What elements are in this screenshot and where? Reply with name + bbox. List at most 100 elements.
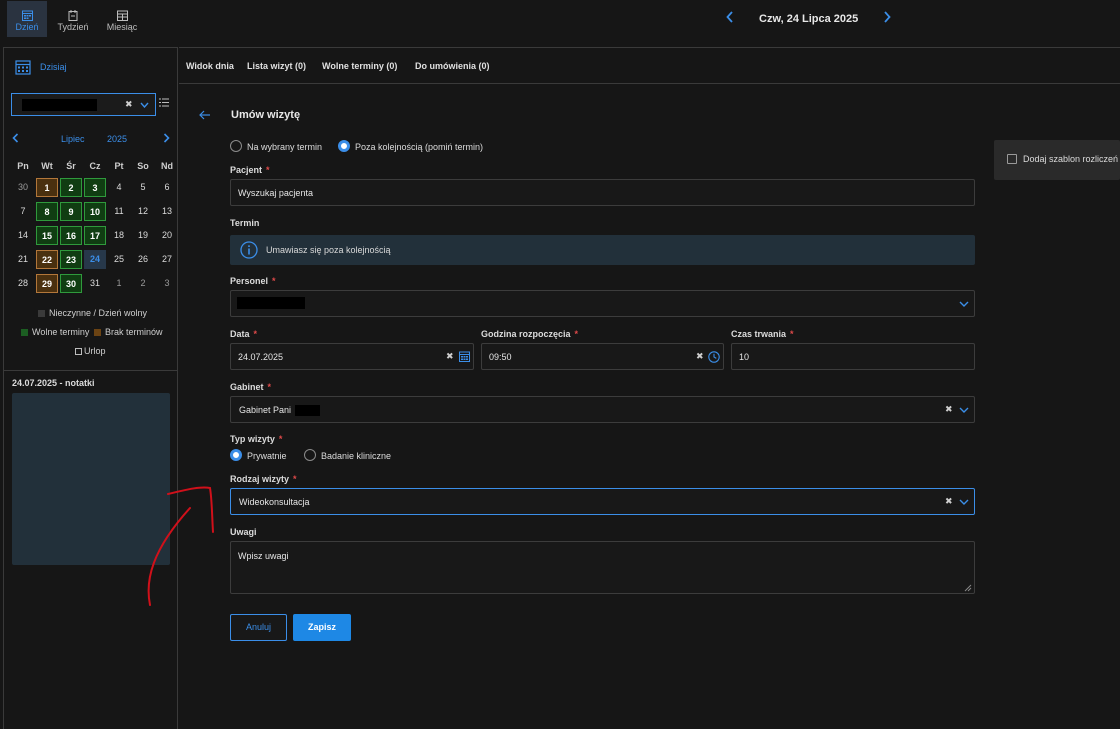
chevron-down-icon[interactable] [959,301,969,307]
calendar-day[interactable]: 6 [156,178,178,197]
info-box: Umawiasz się poza kolejnością [230,235,975,265]
list-settings-icon[interactable] [159,98,169,107]
redacted-value [237,297,305,309]
calendar-weekday: Nd [161,161,173,171]
calendar-day[interactable]: 27 [156,250,178,269]
calendar-day[interactable]: 29 [36,274,58,293]
calendar-day[interactable]: 3 [156,274,178,293]
calendar-day[interactable]: 7 [12,202,34,221]
calendar-day[interactable]: 10 [84,202,106,221]
patient-search-input[interactable]: Wyszukaj pacjenta [230,179,975,206]
calendar-day[interactable]: 11 [108,202,130,221]
calendar-day[interactable]: 23 [60,250,82,269]
chevron-right-icon[interactable] [163,133,170,143]
calendar-day[interactable]: 15 [36,226,58,245]
calendar-day[interactable]: 1 [108,274,130,293]
calendar-month[interactable]: Lipiec [61,134,85,144]
calendar-day[interactable]: 13 [156,202,178,221]
start-time-input[interactable]: 09:50 ✖ [481,343,724,370]
clear-icon[interactable]: ✖ [945,404,953,415]
chevron-down-icon[interactable] [959,407,969,413]
calendar-day[interactable]: 5 [132,178,154,197]
termin-label: Termin [230,218,260,228]
calendar-day[interactable]: 1 [36,178,58,197]
date-label-text: Data [230,329,250,339]
calendar-day[interactable]: 4 [108,178,130,197]
template-checkbox[interactable] [1007,154,1017,164]
calendar-day[interactable]: 2 [132,274,154,293]
calendar-icon[interactable] [459,351,470,362]
calendar-day[interactable]: 16 [60,226,82,245]
duration-label: Czas trwania * [731,329,794,339]
chevron-down-icon[interactable] [140,102,149,108]
visit-type-radio-clinical[interactable] [304,449,316,461]
view-month-button[interactable]: Miesiąc [102,1,142,37]
calendar-day[interactable]: 19 [132,226,154,245]
clear-icon[interactable]: ✖ [945,496,953,507]
chevron-right-icon[interactable] [883,11,891,23]
required-mark: * [790,329,794,339]
duration-input[interactable]: 10 [731,343,975,370]
staff-label: Personel * [230,276,276,286]
resize-handle-icon[interactable] [964,584,972,592]
mode-radio-out-of-order[interactable] [338,140,350,152]
visit-type-radio-private[interactable] [230,449,242,461]
cancel-button[interactable]: Anuluj [230,614,287,641]
calendar-day[interactable]: 18 [108,226,130,245]
notes-textarea[interactable]: Wpisz uwagi [230,541,975,594]
view-day-label: Dzień [15,22,39,32]
tab-to-schedule[interactable]: Do umówienia (0) [415,61,490,71]
tab-free-slots[interactable]: Wolne terminy (0) [322,61,397,71]
view-week-button[interactable]: Tydzień [53,1,93,37]
staff-select[interactable]: ✖ [11,93,156,116]
room-dropdown[interactable]: Gabinet Pani ✖ [230,396,975,423]
view-week-label: Tydzień [57,22,89,32]
calendar-month-icon [116,10,128,21]
calendar-day[interactable]: 24 [84,250,106,269]
today-label: Dzisiaj [40,62,67,72]
calendar-day[interactable]: 31 [84,274,106,293]
back-arrow-icon[interactable] [199,110,211,120]
start-time-label: Godzina rozpoczęcia * [481,329,578,339]
calendar-day[interactable]: 2 [60,178,82,197]
clear-icon[interactable]: ✖ [125,99,133,110]
calendar-day[interactable]: 26 [132,250,154,269]
calendar-day[interactable]: 17 [84,226,106,245]
tab-visit-list[interactable]: Lista wizyt (0) [247,61,306,71]
calendar-day[interactable]: 8 [36,202,58,221]
room-label: Gabinet * [230,382,271,392]
save-button[interactable]: Zapisz [293,614,351,641]
visit-type-label: Typ wizyty * [230,434,282,444]
template-checkbox-label: Dodaj szablon rozliczeń [1023,154,1119,164]
calendar-day[interactable]: 30 [12,178,34,197]
calendar-day[interactable]: 9 [60,202,82,221]
date-input[interactable]: 24.07.2025 ✖ [230,343,474,370]
visit-kind-dropdown[interactable]: Wideokonsultacja ✖ [230,488,975,515]
start-time-value: 09:50 [489,352,512,362]
staff-dropdown[interactable] [230,290,975,317]
date-label: Data * [230,329,257,339]
calendar-day[interactable]: 20 [156,226,178,245]
calendar-day[interactable]: 21 [12,250,34,269]
clear-icon[interactable]: ✖ [696,351,704,362]
view-day-button[interactable]: Dzień [7,1,47,37]
calendar-day[interactable]: 22 [36,250,58,269]
calendar-year[interactable]: 2025 [107,134,127,144]
current-date-title: Czw, 24 Lipca 2025 [759,13,859,25]
required-mark: * [266,165,270,175]
calendar-day[interactable]: 12 [132,202,154,221]
clock-icon[interactable] [708,351,720,363]
today-button[interactable]: Dzisiaj [15,59,67,77]
calendar-day[interactable]: 25 [108,250,130,269]
chevron-left-icon[interactable] [12,133,19,143]
calendar-day[interactable]: 30 [60,274,82,293]
chevron-down-icon[interactable] [959,499,969,505]
mode-radio-selected-slot[interactable] [230,140,242,152]
calendar-weekday: Wt [41,161,53,171]
chevron-left-icon[interactable] [726,11,734,23]
tab-day-view[interactable]: Widok dnia [186,61,234,71]
calendar-day[interactable]: 28 [12,274,34,293]
calendar-day[interactable]: 14 [12,226,34,245]
clear-icon[interactable]: ✖ [446,351,454,362]
calendar-day[interactable]: 3 [84,178,106,197]
